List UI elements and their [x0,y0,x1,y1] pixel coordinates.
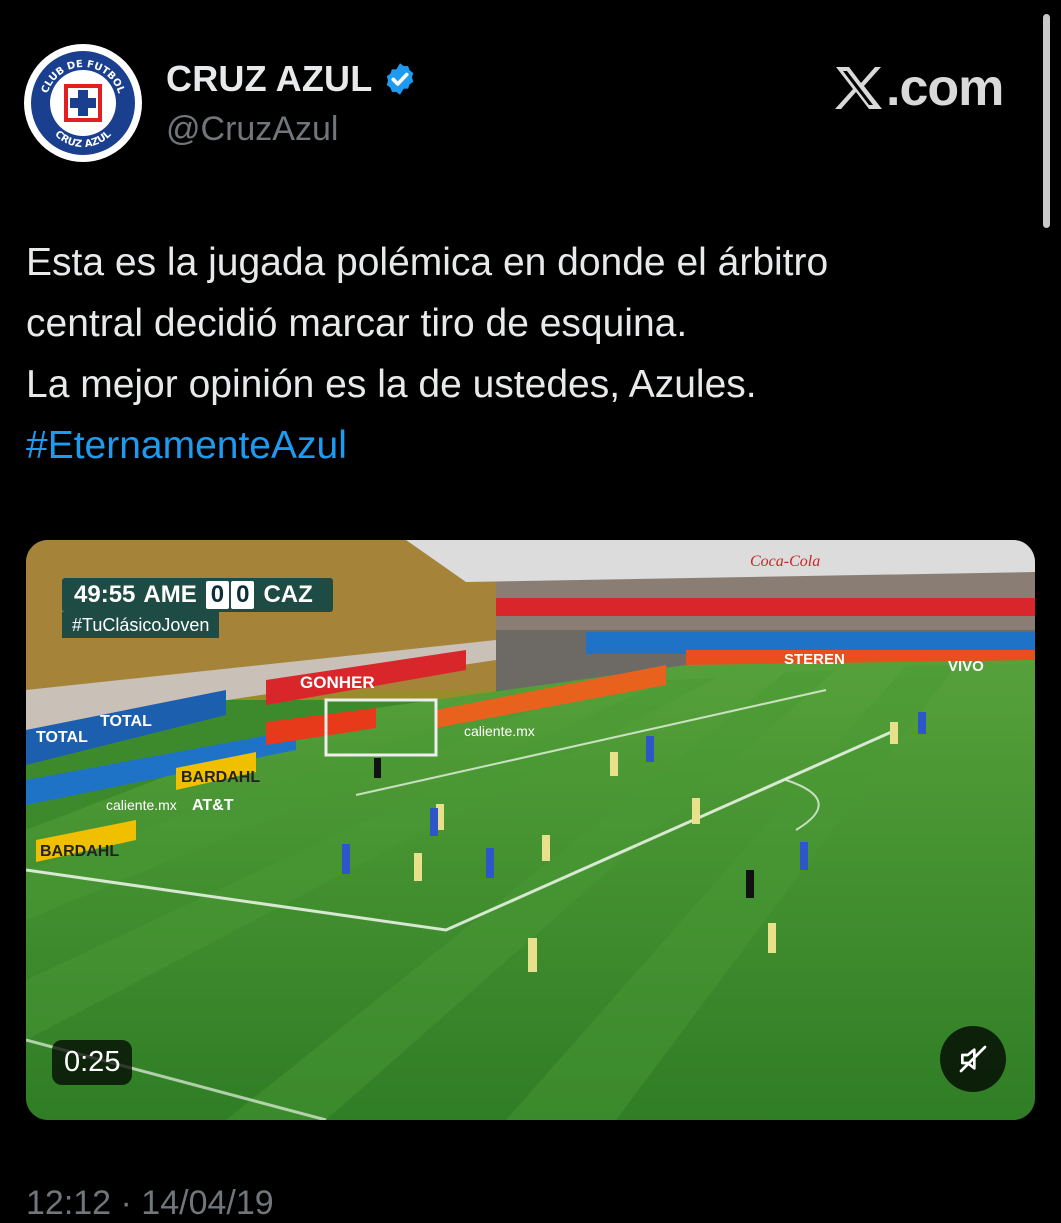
home-team: AME [143,581,197,608]
board-steren: STEREN [784,651,845,668]
board-total: TOTAL [36,729,88,746]
tweet-header: CLUB DE FUTBOL CRUZ AZUL CRUZ AZUL @Cruz… [24,44,1024,164]
tweet-line-2: central decidió marcar tiro de esquina. [26,302,688,345]
verified-badge-icon [387,63,414,95]
avatar[interactable]: CLUB DE FUTBOL CRUZ AZUL [24,44,142,162]
board-total-2: TOTAL [100,713,152,730]
away-score: 0 [231,581,255,609]
tweet-line-1: Esta es la jugada polémica en donde el á… [26,241,829,284]
muted-speaker-icon [959,1045,987,1073]
match-clock: 49:55 [74,581,136,608]
board-bardahl: BARDAHL [181,769,260,786]
page-scrollbar[interactable] [1043,14,1050,228]
x-brand: .com [834,58,1004,118]
broadcast-hashtag: #TuClásicoJoven [62,612,220,638]
name-row: CRUZ AZUL [166,58,418,100]
account-handle[interactable]: @CruzAzul [166,110,338,149]
tweet-timestamp[interactable]: 12:12 · 14/04/19 [26,1184,274,1223]
tweet-text: Esta es la jugada polémica en donde el á… [26,232,1026,476]
display-name[interactable]: CRUZ AZUL [166,58,372,100]
board-caliente: caliente.mx [464,723,535,739]
video-player[interactable]: TOTAL TOTAL GONHER caliente.mx caliente.… [26,540,1035,1120]
hashtag-link[interactable]: #EternamenteAzul [26,415,1026,476]
video-duration: 0:25 [52,1040,133,1085]
board-cocacola: Coca-Cola [750,553,820,570]
cruz-azul-crest-icon: CLUB DE FUTBOL CRUZ AZUL [26,46,140,160]
away-team: CAZ [263,581,313,608]
brand-label: .com [886,59,1004,117]
board-vivo: VIVO [948,658,984,675]
board-att: AT&T [192,797,234,814]
board-bardahl-2: BARDAHL [40,843,119,860]
x-logo-icon [835,67,882,109]
scorebug: 49:55 AME 0 0 CAZ [62,578,333,612]
tweet-line-3: La mejor opinión es la de ustedes, Azule… [26,363,757,406]
home-score: 0 [205,581,230,609]
board-gonher: GONHER [300,673,375,692]
board-caliente-2: caliente.mx [106,797,177,813]
mute-button[interactable] [940,1026,1006,1092]
